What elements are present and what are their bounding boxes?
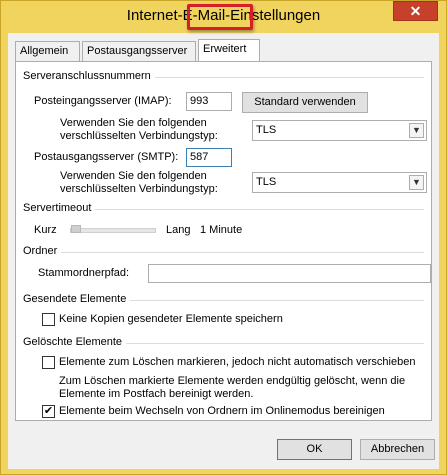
section-sent-items: Gesendete Elemente (23, 293, 431, 307)
incoming-encryption-label-2: verschlüsselten Verbindungstyp: (60, 130, 218, 142)
timeout-slider-thumb[interactable] (71, 225, 82, 233)
incoming-port-input[interactable]: 993 (186, 92, 232, 111)
outgoing-port-input[interactable]: 587 (186, 148, 232, 167)
window-title: Internet-E-Mail-Einstellungen (126, 7, 321, 24)
dialog-client-area: Allgemein Postausgangsserver Erweitert S… (8, 33, 439, 469)
selected-value: TLS (256, 176, 277, 188)
ok-button[interactable]: OK (277, 439, 352, 460)
section-heading: Gesendete Elemente (23, 293, 131, 305)
selected-value: TLS (256, 124, 277, 136)
deletion-info-line-2: Elemente im Postfach bereinigt werden. (59, 388, 254, 400)
close-icon: ✕ (409, 3, 422, 19)
close-button[interactable]: ✕ (393, 1, 438, 21)
outgoing-encryption-label-2: verschlüsselten Verbindungstyp: (60, 183, 218, 195)
tab-label: Postausgangsserver (87, 45, 188, 57)
mark-for-deletion-label[interactable]: Elemente zum Löschen markieren, jedoch n… (59, 356, 415, 368)
chevron-down-icon[interactable]: ▼ (409, 175, 424, 190)
section-heading: Ordner (23, 245, 62, 257)
section-folders: Ordner (23, 245, 431, 259)
cancel-button[interactable]: Abbrechen (360, 439, 435, 460)
chevron-down-icon[interactable]: ▼ (409, 123, 424, 138)
section-heading: Serveranschlussnummern (23, 70, 155, 82)
tab-label: Allgemein (20, 45, 69, 57)
timeout-slider[interactable] (70, 228, 156, 233)
deletion-info-line-1: Zum Löschen markierte Elemente werden en… (59, 375, 406, 387)
incoming-encryption-select[interactable]: TLS ▼ (252, 120, 427, 141)
section-server-timeout: Servertimeout (23, 202, 431, 216)
outgoing-encryption-select[interactable]: TLS ▼ (252, 172, 427, 193)
outgoing-server-label: Postausgangsserver (SMTP): (34, 151, 179, 163)
timeout-short-label: Kurz (34, 224, 57, 236)
title-bar: Internet-E-Mail-Einstellungen ✕ (1, 1, 446, 33)
tab-panel-erweitert: Serveranschlussnummern Posteingangsserve… (15, 61, 432, 421)
checkmark-icon: ✔ (43, 405, 54, 417)
section-deleted-items: Gelöschte Elemente (23, 336, 431, 350)
purge-on-switch-checkbox[interactable]: ✔ (42, 405, 55, 418)
tab-erweitert[interactable]: Erweitert (198, 39, 260, 62)
divider (23, 252, 424, 253)
incoming-encryption-label-1: Verwenden Sie den folgenden (60, 117, 207, 129)
section-heading: Servertimeout (23, 202, 96, 214)
timeout-value: 1 Minute (200, 224, 243, 236)
section-heading: Gelöschte Elemente (23, 336, 127, 348)
tab-label: Erweitert (203, 43, 247, 55)
mark-for-deletion-checkbox[interactable] (42, 356, 55, 369)
incoming-server-label: Posteingangsserver (IMAP): (34, 95, 172, 107)
no-copies-label[interactable]: Keine Kopien gesendeter Elemente speiche… (59, 313, 283, 325)
outgoing-encryption-label-1: Verwenden Sie den folgenden (60, 170, 207, 182)
section-server-ports: Serveranschlussnummern (23, 70, 431, 84)
no-copies-checkbox[interactable] (42, 313, 55, 326)
dialog-window: Internet-E-Mail-Einstellungen ✕ Allgemei… (0, 0, 447, 475)
root-folder-input[interactable] (148, 264, 431, 283)
use-default-button[interactable]: Standard verwenden (242, 92, 368, 113)
purge-on-switch-label[interactable]: Elemente beim Wechseln von Ordnern im On… (59, 405, 385, 417)
timeout-long-label: Lang (166, 224, 191, 236)
tab-postausgangsserver[interactable]: Postausgangsserver (82, 41, 196, 61)
tab-allgemein[interactable]: Allgemein (15, 41, 80, 61)
root-folder-label: Stammordnerpfad: (38, 267, 130, 279)
